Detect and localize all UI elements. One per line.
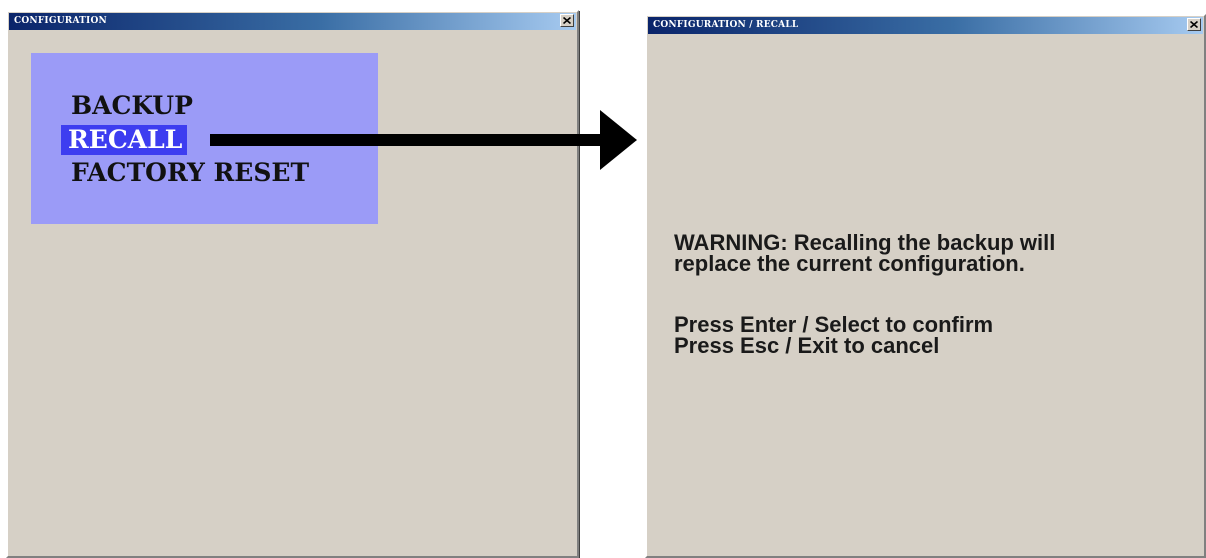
window-title: CONFIGURATION bbox=[14, 16, 107, 26]
close-button[interactable] bbox=[1187, 18, 1201, 31]
close-icon bbox=[1190, 21, 1198, 28]
confirm-instruction: Press Enter / Select to confirm bbox=[674, 312, 994, 337]
close-button[interactable] bbox=[560, 14, 574, 27]
right-arrow-icon bbox=[210, 110, 637, 170]
window-title: CONFIGURATION / RECALL bbox=[653, 20, 799, 30]
recall-titlebar[interactable]: CONFIGURATION / RECALL bbox=[648, 17, 1203, 34]
recall-confirmation-window: CONFIGURATION / RECALL WARNING: Recallin… bbox=[645, 14, 1206, 558]
configuration-titlebar[interactable]: CONFIGURATION bbox=[9, 13, 576, 30]
cancel-instruction: Press Esc / Exit to cancel bbox=[674, 333, 940, 358]
configuration-window: CONFIGURATION BACKUP RECALL FACTORY RESE… bbox=[6, 10, 579, 558]
close-icon bbox=[563, 17, 571, 24]
menu-item-backup[interactable]: BACKUP bbox=[67, 91, 197, 121]
menu-item-recall[interactable]: RECALL bbox=[61, 125, 188, 155]
warning-message: replace the current configuration. bbox=[674, 251, 1025, 276]
warning-message: WARNING: Recalling the backup will bbox=[674, 230, 1056, 255]
